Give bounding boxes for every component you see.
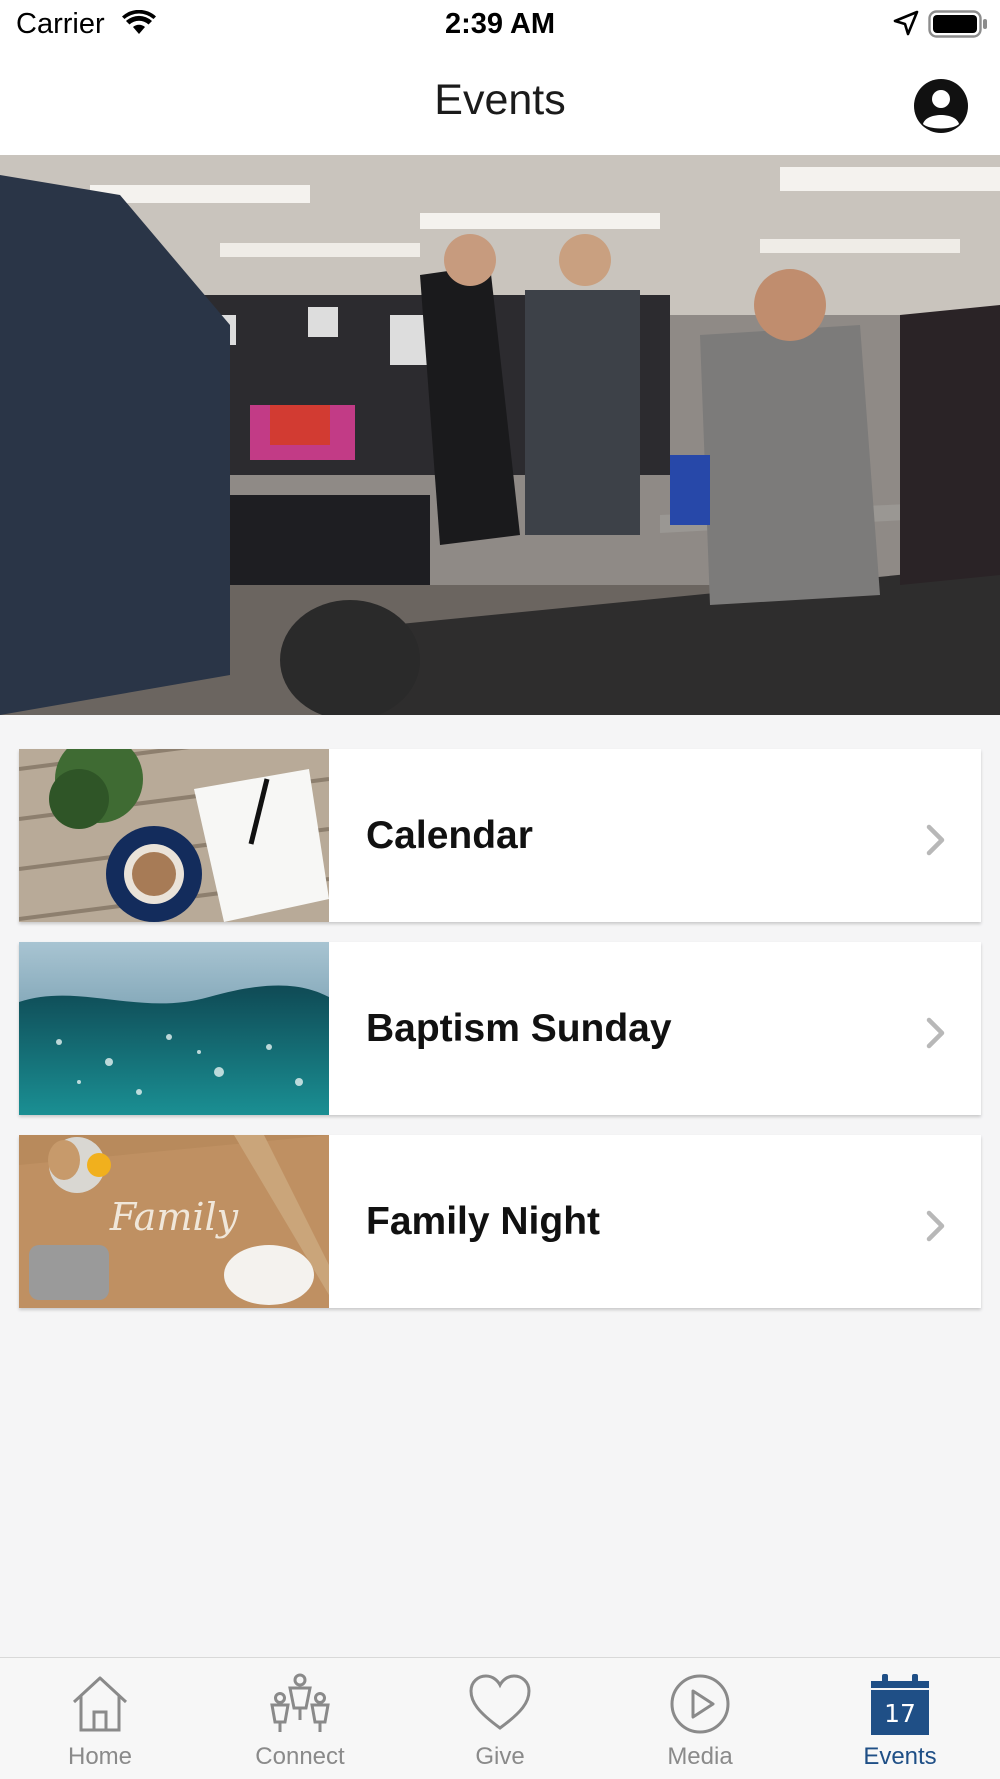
event-title: Calendar <box>366 814 533 857</box>
calendar-icon: 17 <box>871 1674 929 1735</box>
play-icon <box>670 1674 730 1734</box>
chevron-right-icon <box>926 1210 945 1242</box>
calendar-badge-number: 17 <box>884 1699 916 1728</box>
tab-give[interactable]: Give <box>400 1658 600 1779</box>
family-night-thumbnail: Family <box>19 1135 329 1308</box>
tab-label: Events <box>863 1743 937 1770</box>
profile-icon[interactable] <box>913 78 969 134</box>
navigation-bar: Events <box>0 52 1000 156</box>
tab-label: Media <box>667 1743 733 1770</box>
event-title: Family Night <box>366 1200 601 1243</box>
baptism-thumbnail <box>19 942 329 1115</box>
home-icon <box>72 1676 128 1732</box>
battery-icon <box>928 10 987 38</box>
status-bar: Carrier 2:39 AM <box>0 0 1000 52</box>
connect-icon <box>270 1673 330 1732</box>
event-card-baptism-sunday[interactable]: Baptism Sunday <box>19 942 981 1115</box>
tab-events[interactable]: 17 Events <box>800 1658 1000 1779</box>
location-arrow-icon <box>893 10 919 36</box>
tab-label: Give <box>475 1743 525 1770</box>
hero-image <box>0 155 1000 715</box>
tab-media[interactable]: Media <box>600 1658 800 1779</box>
status-time: 2:39 AM <box>444 8 556 40</box>
tab-label: Home <box>67 1743 133 1770</box>
heart-icon <box>469 1674 531 1730</box>
calendar-thumbnail <box>19 749 329 922</box>
event-card-family-night[interactable]: Family Family Night <box>19 1135 981 1308</box>
event-title: Baptism Sunday <box>366 1007 672 1050</box>
chevron-right-icon <box>926 1017 945 1049</box>
tab-home[interactable]: Home <box>0 1658 200 1779</box>
tab-connect[interactable]: Connect <box>200 1658 400 1779</box>
tab-bar: Home Connect Give Media 17 Events <box>0 1657 1000 1779</box>
page-title: Events <box>434 76 566 124</box>
event-card-calendar[interactable]: Calendar <box>19 749 981 922</box>
family-thumbnail-text: Family <box>109 1195 239 1239</box>
tab-label: Connect <box>255 1743 345 1770</box>
chevron-right-icon <box>926 824 945 856</box>
